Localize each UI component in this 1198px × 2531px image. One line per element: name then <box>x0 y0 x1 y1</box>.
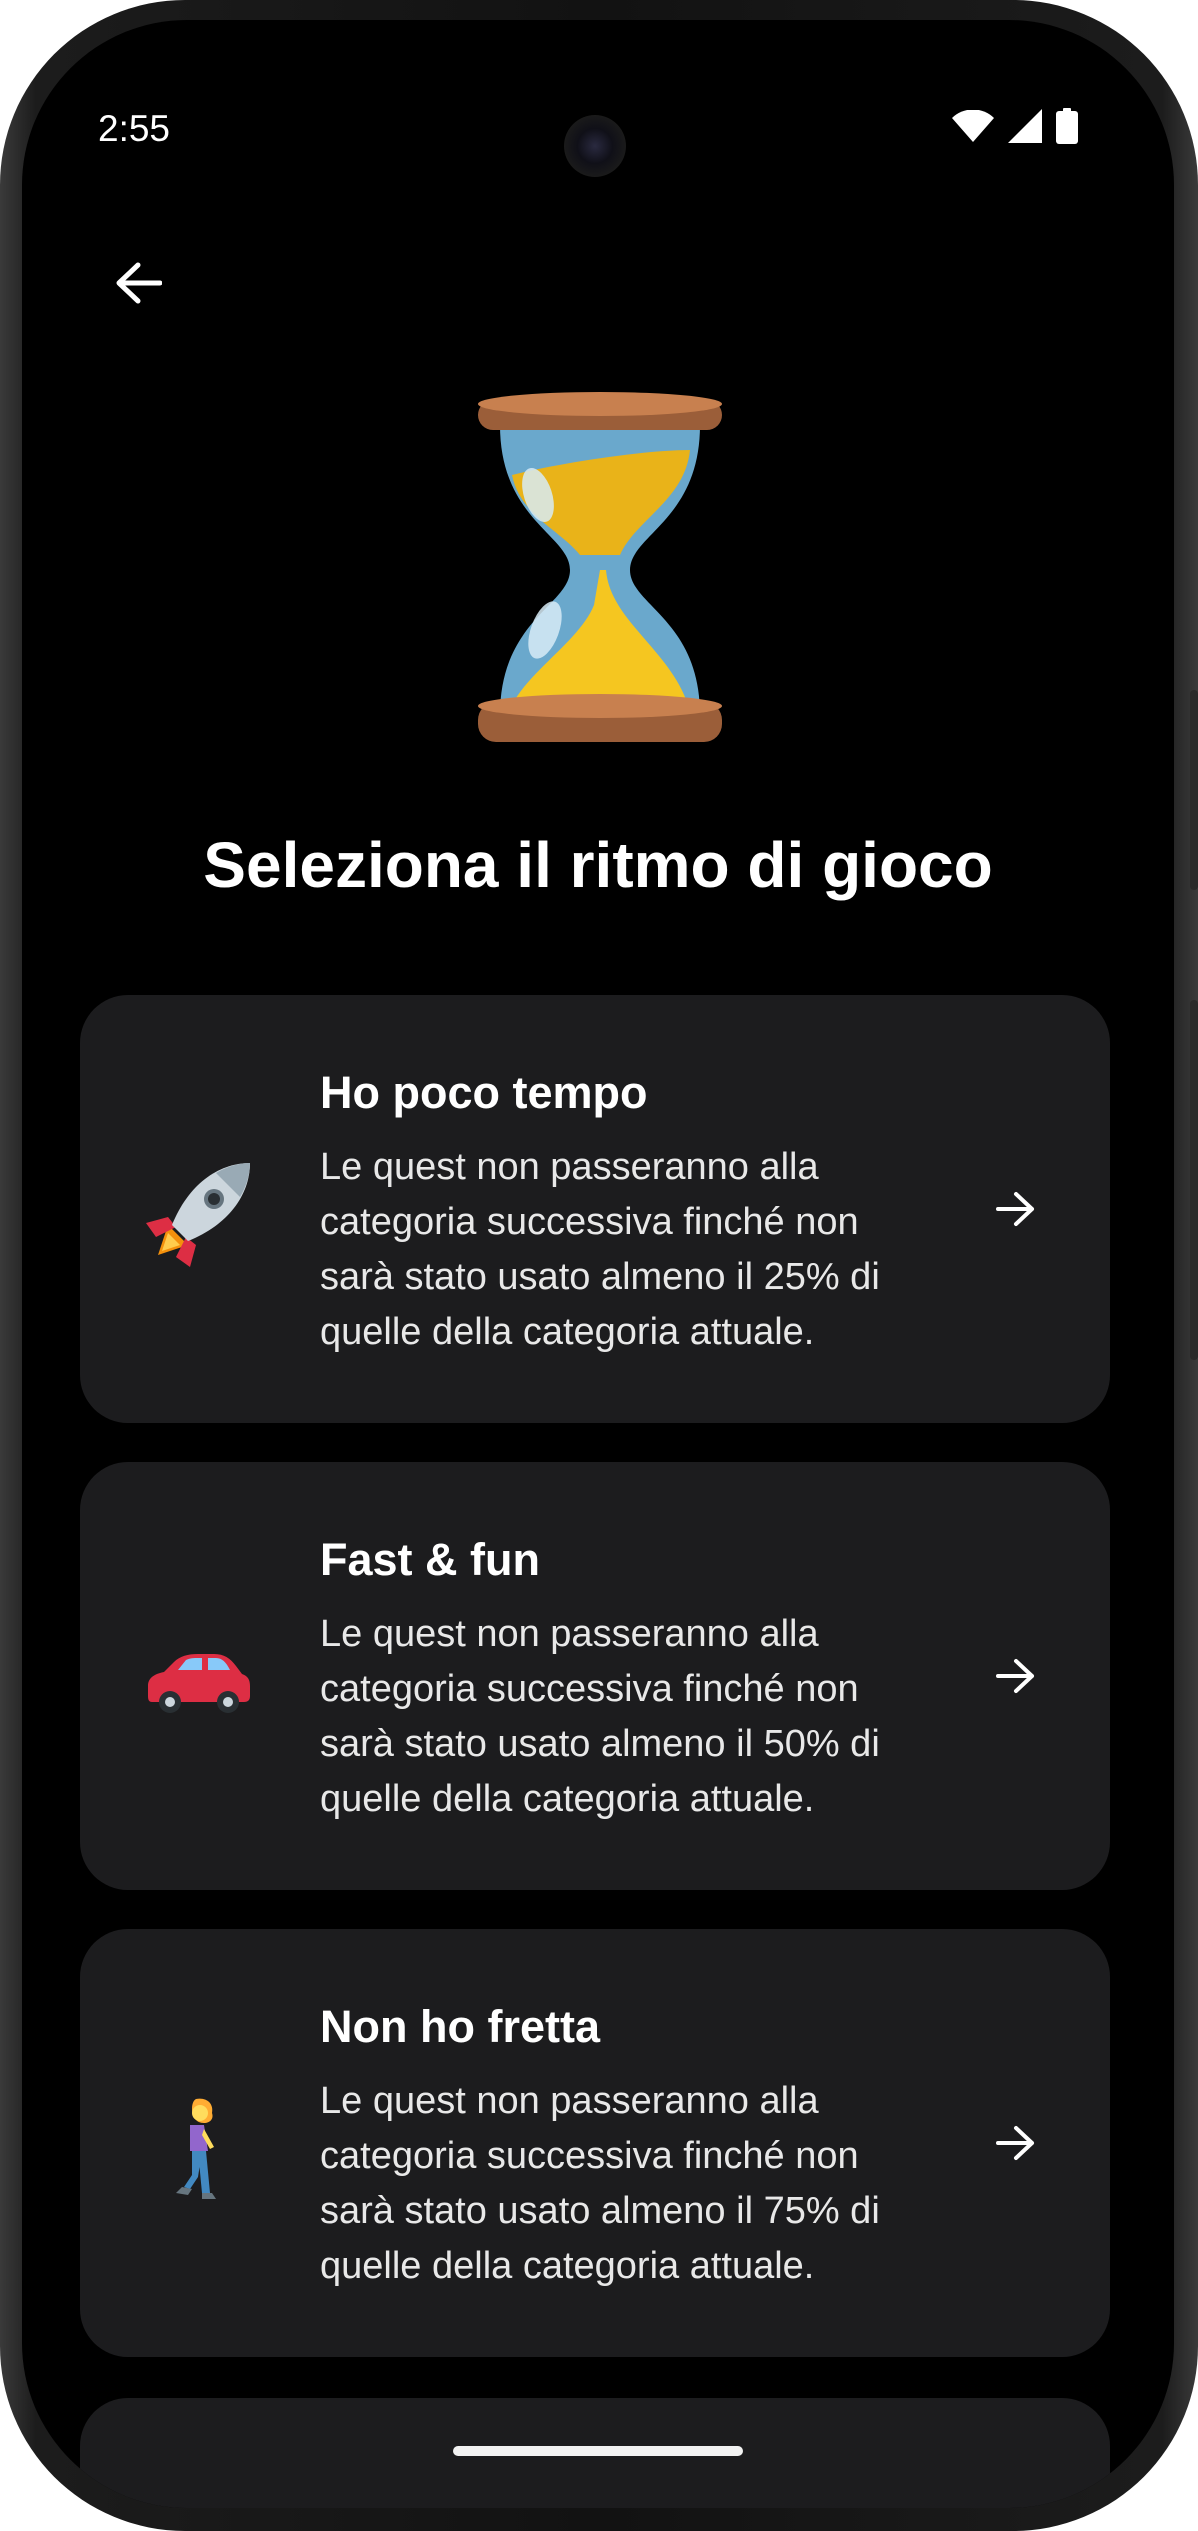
arrow-left-icon <box>116 262 162 304</box>
car-icon <box>138 1622 258 1742</box>
home-indicator[interactable] <box>453 2446 743 2456</box>
option-card-fast-and-fun[interactable]: Fast & fun Le quest non passeranno alla … <box>80 1462 1110 1890</box>
phone-frame: 2:55 Seleziona il ritmo di gioco Ho poco… <box>0 0 1198 2531</box>
option-description: Le quest non passeranno alla categoria s… <box>320 1613 880 1820</box>
arrow-right-icon <box>986 2113 1046 2173</box>
wifi-icon <box>952 110 994 142</box>
back-button[interactable] <box>98 243 178 323</box>
option-card-ho-poco-tempo[interactable]: Ho poco tempo Le quest non passeranno al… <box>80 995 1110 1423</box>
battery-icon <box>1056 108 1078 144</box>
option-title: Ho poco tempo <box>320 1067 648 1118</box>
power-button <box>1190 690 1198 890</box>
page-title: Seleziona il ritmo di gioco <box>203 829 993 901</box>
option-description: Le quest non passeranno alla categoria s… <box>320 1146 880 1353</box>
rocket-icon <box>138 1155 258 1275</box>
hourglass-icon <box>478 392 722 742</box>
status-time: 2:55 <box>98 108 171 149</box>
option-title: Non ho fretta <box>320 2001 600 2052</box>
volume-button <box>1190 1000 1198 1360</box>
option-card-non-ho-fretta[interactable]: Non ho fretta Le quest non passeranno al… <box>80 1929 1110 2357</box>
arrow-right-icon <box>986 1179 1046 1239</box>
option-title: Fast & fun <box>320 1534 540 1585</box>
arrow-right-icon <box>986 1646 1046 1706</box>
option-description: Le quest non passeranno alla categoria s… <box>320 2080 880 2287</box>
signal-icon <box>1008 109 1042 143</box>
screen: 2:55 Seleziona il ritmo di gioco Ho poco… <box>22 20 1174 2508</box>
front-camera <box>564 115 626 177</box>
status-icons <box>952 108 1078 144</box>
walking-woman-icon <box>138 2089 258 2209</box>
